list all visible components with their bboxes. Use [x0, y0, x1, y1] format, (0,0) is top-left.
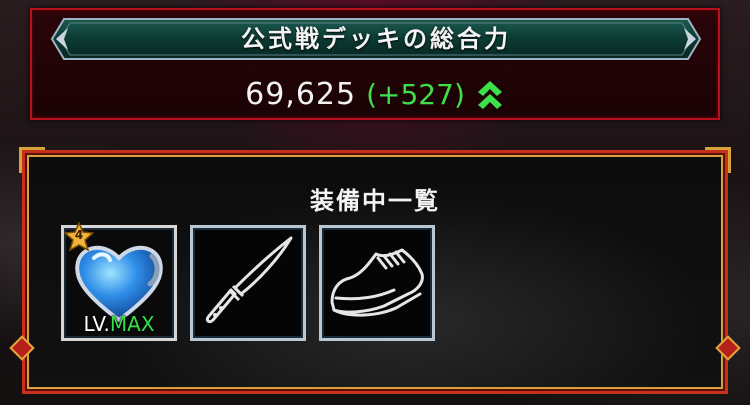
power-diff-value: (+527)	[366, 77, 465, 111]
level-label: LV.MAX	[64, 312, 174, 336]
sneaker-icon	[330, 248, 424, 317]
level-max: MAX	[109, 312, 155, 336]
title-banner: 公式戦デッキの総合力	[50, 16, 702, 62]
frame-side-ornament	[9, 335, 35, 361]
power-row: 69,625 (+527)	[32, 74, 718, 114]
equipment-slot-sneaker[interactable]	[319, 225, 435, 341]
knife-icon	[205, 236, 293, 324]
equipment-slot-heart[interactable]: 4 LV.MAX	[61, 222, 177, 341]
frame-corner-ornament	[19, 147, 45, 173]
rank-star-badge: 4	[64, 222, 94, 252]
frame-side-ornament	[715, 335, 741, 361]
equipment-list-title: 装備中一覧	[310, 187, 440, 215]
double-chevron-up-icon	[475, 78, 505, 110]
frame-corner-ornament	[705, 147, 731, 173]
equipment-slot-knife[interactable]	[190, 225, 306, 341]
deck-power-panel: 公式戦デッキの総合力 69,625 (+527)	[30, 8, 720, 120]
total-power-value: 69,625	[245, 76, 357, 112]
deck-power-title: 公式戦デッキの総合力	[241, 25, 511, 53]
level-prefix: LV.	[83, 312, 110, 336]
equipment-panel: 装備中一覧 4 LV.MAX	[9, 147, 741, 394]
rank-number: 4	[74, 228, 84, 242]
